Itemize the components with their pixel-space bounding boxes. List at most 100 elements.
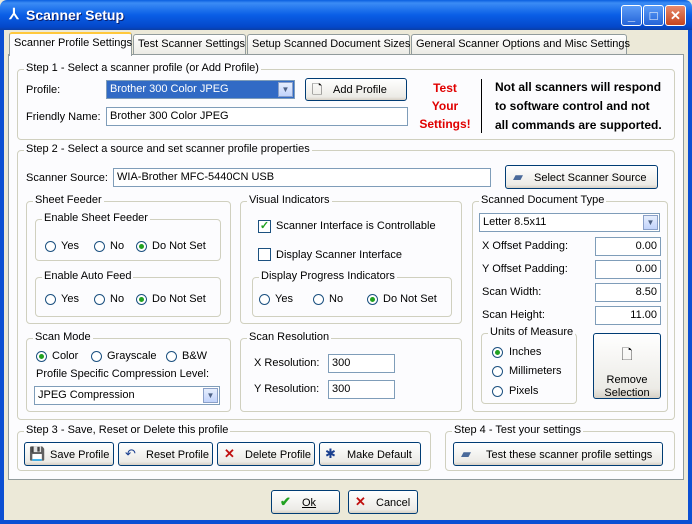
tab-setup-document-sizes[interactable]: Setup Scanned Document Sizes	[247, 34, 410, 54]
save-profile-button[interactable]: 💾 Save Profile	[24, 442, 114, 466]
enable-sheet-feeder-legend: Enable Sheet Feeder	[42, 212, 150, 224]
auto-feed-yes-label: Yes	[61, 293, 79, 305]
sheet-feeder-no-label: No	[110, 240, 125, 252]
auto-feed-not-set-radio[interactable]	[136, 294, 147, 305]
test-settings-button[interactable]: ▰ Test these scanner profile settings	[453, 442, 663, 466]
units-pixels-label: Pixels	[509, 385, 539, 397]
y-resolution-value: 300	[332, 383, 351, 395]
progress-no-radio[interactable]	[313, 294, 324, 305]
units-legend: Units of Measure	[488, 326, 576, 338]
units-millimeters-radio[interactable]	[492, 366, 503, 377]
x-resolution-input[interactable]: 300	[328, 354, 395, 373]
y-offset-value: 0.00	[635, 263, 657, 275]
window-title: Scanner Setup	[26, 7, 125, 23]
friendly-name-input[interactable]: Brother 300 Color JPEG	[106, 107, 408, 126]
chevron-down-icon[interactable]: ▼	[643, 215, 658, 230]
close-button[interactable]: ✕	[665, 5, 686, 26]
tab-test-scanner-settings[interactable]: Test Scanner Settings	[133, 34, 246, 54]
chevron-down-icon[interactable]: ▼	[278, 82, 293, 97]
profile-select[interactable]: Brother 300 Color JPEG ▼	[106, 80, 295, 99]
progress-indicators-legend: Display Progress Indicators	[259, 270, 397, 282]
compression-value: JPEG Compression	[38, 389, 135, 401]
sheet-feeder-not-set-label: Do Not Set	[152, 240, 206, 252]
minimize-button[interactable]: _	[621, 5, 642, 26]
scanner-source-input[interactable]: WIA-Brother MFC-5440CN USB	[113, 168, 491, 187]
friendly-name-label: Friendly Name:	[26, 111, 101, 123]
y-resolution-label: Y Resolution:	[254, 383, 320, 395]
step3-legend: Step 3 - Save, Reset or Delete this prof…	[24, 424, 231, 436]
document-type-legend: Scanned Document Type	[479, 194, 607, 206]
delete-x-icon: ✕	[224, 446, 235, 461]
add-profile-button[interactable]: 🗋 Add Profile	[305, 78, 407, 101]
undo-arrow-icon: ↶	[125, 446, 136, 461]
scan-width-value: 8.50	[635, 286, 657, 298]
controllable-checkbox[interactable]: ✓	[258, 220, 271, 233]
delete-profile-button[interactable]: ✕ Delete Profile	[217, 442, 315, 466]
scan-height-input[interactable]: 11.00	[595, 306, 661, 325]
maximize-button[interactable]: □	[643, 5, 664, 26]
checkmark-icon: ✔	[280, 494, 291, 509]
step2-legend: Step 2 - Select a source and set scanner…	[24, 143, 312, 155]
progress-yes-radio[interactable]	[259, 294, 270, 305]
scanner-app-icon: ⅄	[9, 6, 19, 23]
delete-profile-label: Delete Profile	[245, 449, 312, 461]
units-millimeters-label: Millimeters	[509, 365, 562, 377]
note-divider	[481, 79, 482, 133]
tab-general-options[interactable]: General Scanner Options and Misc Setting…	[411, 34, 630, 54]
add-profile-label: Add Profile	[333, 84, 387, 96]
units-inches-radio[interactable]	[492, 347, 503, 358]
y-offset-input[interactable]: 0.00	[595, 260, 661, 279]
cancel-button[interactable]: ✕ Cancel	[348, 490, 418, 514]
make-default-label: Make Default	[347, 449, 412, 461]
remove-selection-button[interactable]: 🗋 Remove Selection	[593, 333, 661, 399]
enable-auto-feed-legend: Enable Auto Feed	[42, 270, 134, 282]
scanner-icon: ▰	[461, 446, 471, 461]
chevron-down-icon[interactable]: ▼	[203, 388, 218, 403]
scan-mode-bw-radio[interactable]	[166, 351, 177, 362]
ok-button[interactable]: ✔ Ok	[271, 490, 340, 514]
reset-profile-button[interactable]: ↶ Reset Profile	[118, 442, 213, 466]
compression-select[interactable]: JPEG Compression ▼	[34, 386, 220, 405]
scan-width-label: Scan Width:	[482, 286, 542, 298]
scan-mode-color-radio[interactable]	[36, 351, 47, 362]
display-interface-checkbox[interactable]	[258, 248, 271, 261]
sheet-feeder-no-radio[interactable]	[94, 241, 105, 252]
scan-mode-legend: Scan Mode	[33, 331, 93, 343]
x-resolution-value: 300	[332, 357, 351, 369]
step4-legend: Step 4 - Test your settings	[452, 424, 583, 436]
auto-feed-not-set-label: Do Not Set	[152, 293, 206, 305]
units-pixels-radio[interactable]	[492, 386, 503, 397]
auto-feed-yes-radio[interactable]	[45, 294, 56, 305]
x-resolution-label: X Resolution:	[254, 357, 320, 369]
auto-feed-no-radio[interactable]	[94, 294, 105, 305]
document-icon: 🗋	[621, 346, 633, 362]
x-offset-input[interactable]: 0.00	[595, 237, 661, 256]
scan-mode-grayscale-radio[interactable]	[91, 351, 102, 362]
scanner-source-label: Scanner Source:	[26, 172, 108, 184]
scanner-icon: ▰	[513, 169, 523, 184]
floppy-disk-icon: 💾	[29, 446, 46, 461]
make-default-button[interactable]: ✱ Make Default	[319, 442, 421, 466]
y-resolution-input[interactable]: 300	[328, 380, 395, 399]
progress-not-set-radio[interactable]	[367, 294, 378, 305]
document-type-select[interactable]: Letter 8.5x11 ▼	[479, 213, 660, 232]
scan-width-input[interactable]: 8.50	[595, 283, 661, 302]
select-scanner-source-button[interactable]: ▰ Select Scanner Source	[505, 165, 658, 189]
progress-yes-label: Yes	[275, 293, 293, 305]
progress-no-label: No	[329, 293, 344, 305]
new-document-icon: 🗋	[312, 82, 323, 97]
sheet-feeder-yes-radio[interactable]	[45, 241, 56, 252]
x-offset-value: 0.00	[635, 240, 657, 252]
cancel-x-icon: ✕	[355, 494, 366, 509]
compression-label: Profile Specific Compression Level:	[36, 368, 210, 380]
sheet-feeder-not-set-radio[interactable]	[136, 241, 147, 252]
compatibility-note: Not all scanners will respond to softwar…	[495, 80, 662, 132]
tab-scanner-profile-settings[interactable]: Scanner Profile Settings	[9, 32, 132, 56]
profile-label: Profile:	[26, 84, 61, 96]
step1-legend: Step 1 - Select a scanner profile (or Ad…	[24, 62, 261, 74]
scan-height-value: 11.00	[630, 309, 657, 321]
document-type-value: Letter 8.5x11	[483, 216, 547, 228]
scan-mode-grayscale-label: Grayscale	[107, 350, 157, 362]
auto-feed-no-label: No	[110, 293, 125, 305]
scan-height-label: Scan Height:	[482, 309, 545, 321]
